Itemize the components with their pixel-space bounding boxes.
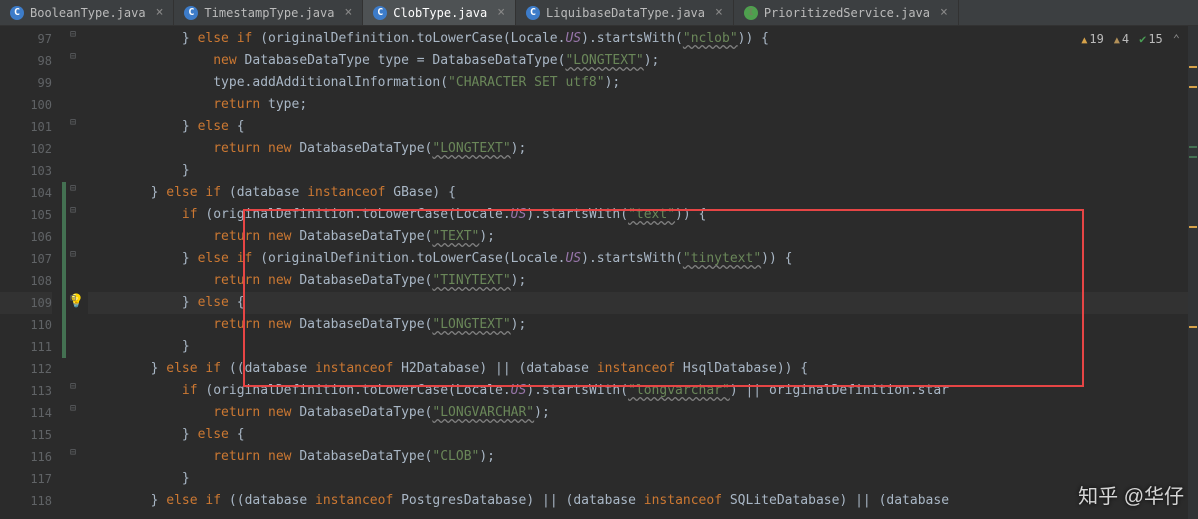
code-line[interactable]: } else if (database instanceof GBase) { — [88, 182, 1198, 204]
code-line[interactable]: } else if ((database instanceof H2Databa… — [88, 358, 1198, 380]
code-line[interactable]: } else if (originalDefinition.toLowerCas… — [88, 28, 1198, 50]
line-number[interactable]: 115 — [0, 424, 52, 446]
line-number[interactable]: 109 — [0, 292, 52, 314]
file-type-icon: I — [744, 6, 758, 20]
close-icon[interactable]: × — [497, 5, 505, 20]
tab-label: ClobType.java — [393, 6, 487, 20]
code-line[interactable]: } else if (originalDefinition.toLowerCas… — [88, 248, 1198, 270]
code-line[interactable]: } — [88, 468, 1198, 490]
tab-label: PrioritizedService.java — [764, 6, 930, 20]
tab-label: LiquibaseDataType.java — [546, 6, 705, 20]
code-line[interactable]: } else { — [88, 292, 1198, 314]
line-number[interactable]: 118 — [0, 490, 52, 512]
editor-tab[interactable]: C LiquibaseDataType.java × — [516, 0, 734, 25]
code-line[interactable]: if (originalDefinition.toLowerCase(Local… — [88, 204, 1198, 226]
line-number[interactable]: 112 — [0, 358, 52, 380]
line-number[interactable]: 104 — [0, 182, 52, 204]
line-number[interactable]: 101 — [0, 116, 52, 138]
line-number[interactable]: 117 — [0, 468, 52, 490]
line-number[interactable]: 108 — [0, 270, 52, 292]
vcs-change-marker — [62, 182, 66, 358]
line-number-gutter: 9798991001011021031041051061071081091101… — [0, 26, 60, 519]
code-content[interactable]: } else if (originalDefinition.toLowerCas… — [88, 26, 1198, 519]
code-line[interactable]: new DatabaseDataType type = DatabaseData… — [88, 50, 1198, 72]
line-number[interactable]: 107 — [0, 248, 52, 270]
file-type-icon: C — [373, 6, 387, 20]
line-number[interactable]: 100 — [0, 94, 52, 116]
file-type-icon: C — [526, 6, 540, 20]
inspection-summary[interactable]: 19 4 15 ⌃ — [1081, 32, 1180, 46]
gutter-marks: 💡 ⊟ ⊟ ⊟ ⊟ ⊟ ⊟ ⊟ ⊟ ⊟ ⊟ — [60, 26, 88, 519]
code-line[interactable]: return type; — [88, 94, 1198, 116]
line-number[interactable]: 110 — [0, 314, 52, 336]
code-line[interactable]: return new DatabaseDataType("CLOB"); — [88, 446, 1198, 468]
code-line[interactable]: return new DatabaseDataType("TEXT"); — [88, 226, 1198, 248]
file-type-icon: C — [10, 6, 24, 20]
editor-tabs: CBooleanType.java×CTimestampType.java×CC… — [0, 0, 1198, 26]
typo-count[interactable]: 15 — [1139, 32, 1163, 46]
warning-count[interactable]: 19 — [1081, 32, 1103, 46]
line-number[interactable]: 99 — [0, 72, 52, 94]
code-line[interactable]: return new DatabaseDataType("LONGVARCHAR… — [88, 402, 1198, 424]
tab-label: BooleanType.java — [30, 6, 146, 20]
line-number[interactable]: 102 — [0, 138, 52, 160]
editor-tab[interactable]: C BooleanType.java × — [0, 0, 174, 25]
code-line[interactable]: } else if ((database instanceof Postgres… — [88, 490, 1198, 512]
code-line[interactable]: if (originalDefinition.toLowerCase(Local… — [88, 380, 1198, 402]
code-line[interactable]: return new DatabaseDataType("LONGTEXT"); — [88, 314, 1198, 336]
editor-tab[interactable]: C TimestampType.java × — [174, 0, 363, 25]
line-number[interactable]: 98 — [0, 50, 52, 72]
fold-toggle-icon[interactable]: ⊟ — [70, 183, 76, 194]
code-line[interactable]: type.addAdditionalInformation("CHARACTER… — [88, 72, 1198, 94]
line-number[interactable]: 114 — [0, 402, 52, 424]
line-number[interactable]: 113 — [0, 380, 52, 402]
fold-toggle-icon[interactable]: ⊟ — [70, 117, 76, 128]
fold-toggle-icon[interactable]: ⊟ — [70, 249, 76, 260]
editor-tab[interactable]: C ClobType.java × — [363, 0, 516, 25]
code-line[interactable]: } else { — [88, 424, 1198, 446]
file-type-icon: C — [184, 6, 198, 20]
fold-toggle-icon[interactable]: ⊟ — [70, 29, 76, 40]
code-line[interactable]: } — [88, 336, 1198, 358]
code-line[interactable]: return new DatabaseDataType("TINYTEXT"); — [88, 270, 1198, 292]
fold-toggle-icon[interactable]: ⊟ — [70, 293, 76, 304]
fold-toggle-icon[interactable]: ⊟ — [70, 381, 76, 392]
error-stripe[interactable] — [1188, 26, 1198, 519]
chevron-down-icon[interactable]: ⌃ — [1173, 32, 1180, 46]
line-number[interactable]: 106 — [0, 226, 52, 248]
fold-toggle-icon[interactable]: ⊟ — [70, 51, 76, 62]
close-icon[interactable]: × — [940, 5, 948, 20]
close-icon[interactable]: × — [156, 5, 164, 20]
watermark-text: 知乎 @华仔 — [1078, 480, 1184, 509]
editor-area: 9798991001011021031041051061071081091101… — [0, 26, 1198, 519]
fold-toggle-icon[interactable]: ⊟ — [70, 205, 76, 216]
line-number[interactable]: 116 — [0, 446, 52, 468]
line-number[interactable]: 111 — [0, 336, 52, 358]
line-number[interactable]: 103 — [0, 160, 52, 182]
close-icon[interactable]: × — [344, 5, 352, 20]
code-line[interactable]: return new DatabaseDataType("LONGTEXT"); — [88, 138, 1198, 160]
code-line[interactable]: } — [88, 160, 1198, 182]
close-icon[interactable]: × — [715, 5, 723, 20]
line-number[interactable]: 105 — [0, 204, 52, 226]
fold-toggle-icon[interactable]: ⊟ — [70, 403, 76, 414]
fold-toggle-icon[interactable]: ⊟ — [70, 447, 76, 458]
weak-warning-count[interactable]: 4 — [1114, 32, 1129, 46]
code-line[interactable]: } else { — [88, 116, 1198, 138]
line-number[interactable]: 97 — [0, 28, 52, 50]
tab-label: TimestampType.java — [204, 6, 334, 20]
editor-tab[interactable]: I PrioritizedService.java × — [734, 0, 959, 25]
